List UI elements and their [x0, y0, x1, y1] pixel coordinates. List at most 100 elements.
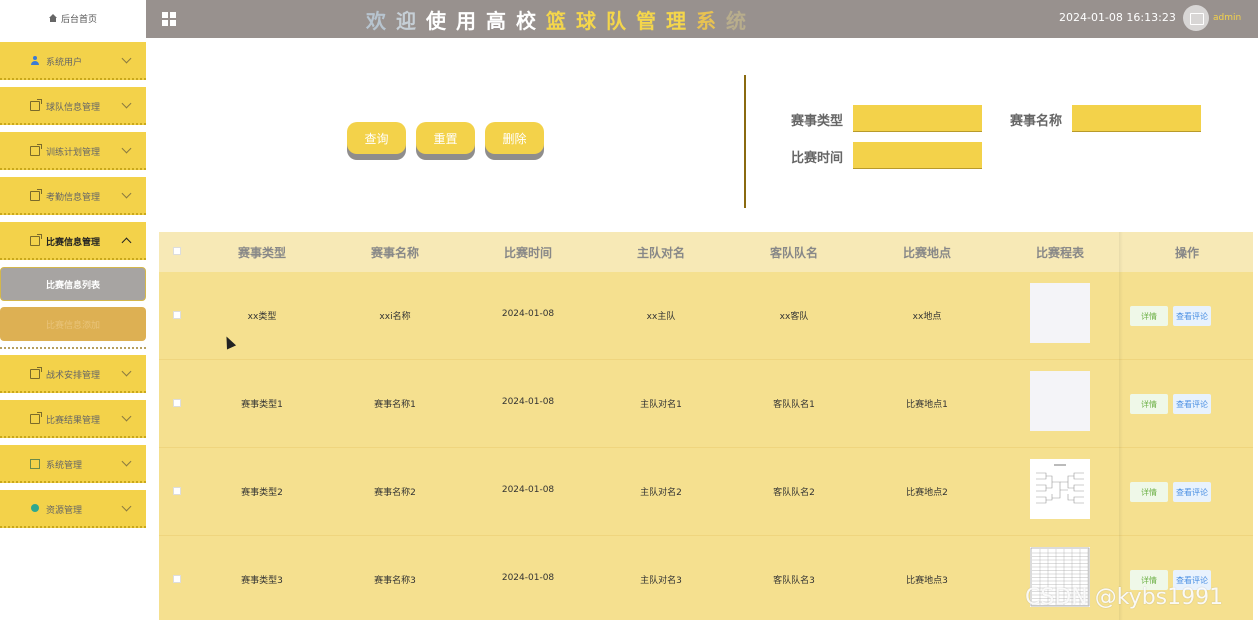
column-header: 客队队名 [769, 246, 818, 260]
row-checkbox[interactable] [173, 575, 181, 583]
sidebar-item-resources[interactable]: 资源管理 [0, 490, 146, 528]
user-icon [30, 56, 40, 66]
sidebar-item-attendance[interactable]: 考勤信息管理 [0, 177, 146, 215]
document-icon [30, 189, 42, 201]
view-comments-button[interactable]: 查看评论 [1173, 394, 1211, 414]
view-comments-button[interactable]: 查看评论 [1173, 306, 1211, 326]
cell-home: 主队对名2 [640, 488, 682, 498]
detail-button[interactable]: 详情 [1130, 306, 1168, 326]
sidebar-item-match-info[interactable]: 比赛信息管理 [0, 222, 146, 260]
document-icon [30, 367, 42, 379]
title-char: 使 [426, 8, 446, 33]
match-table: 赛事类型 赛事名称 比赛时间 主队对名 客队队名 比赛地点 比赛程表 操作 xx… [159, 232, 1253, 620]
event-type-input[interactable] [853, 105, 982, 132]
sidebar-item-training-plan[interactable]: 训练计划管理 [0, 132, 146, 170]
row-checkbox[interactable] [173, 311, 181, 319]
sidebar-item-label: 球队信息管理 [46, 103, 101, 113]
select-all-checkbox[interactable] [173, 247, 181, 255]
current-datetime: 2024-01-08 16:13:23 [1059, 11, 1176, 24]
event-name-label: 赛事名称 [1010, 114, 1063, 129]
cell-away: 客队队名1 [773, 400, 815, 410]
column-header: 操作 [1174, 246, 1199, 260]
chevron-up-icon [121, 237, 132, 248]
title-char: 欢 [366, 8, 386, 33]
title-char: 高 [486, 8, 506, 33]
bulb-icon [30, 504, 40, 514]
schedule-thumbnail[interactable] [1030, 459, 1090, 519]
title-char: 统 [726, 8, 746, 33]
cell-type: xx类型 [247, 312, 277, 322]
title-char: 系 [696, 8, 716, 33]
sidebar-item-system-management[interactable]: 系统管理 [0, 445, 146, 483]
match-time-input[interactable] [853, 142, 982, 169]
cell-away: 客队队名3 [773, 576, 815, 586]
sidebar-item-team-info[interactable]: 球队信息管理 [0, 87, 146, 125]
cell-type: 赛事类型1 [241, 400, 283, 410]
image-icon [30, 459, 40, 469]
chevron-down-icon [121, 53, 132, 64]
table-row: 赛事类型1 赛事名称1 2024-01-08 主队对名1 客队队名1 比赛地点1 详情 查看评… [159, 360, 1253, 448]
sidebar-item-label: 比赛信息管理 [46, 238, 101, 248]
column-header: 赛事类型 [237, 246, 286, 260]
home-icon [48, 14, 57, 22]
watermark: CSDN @kybs1991 [1025, 585, 1224, 610]
detail-button[interactable]: 详情 [1130, 394, 1168, 414]
avatar[interactable] [1183, 5, 1209, 31]
sidebar-item-match-result[interactable]: 比赛结果管理 [0, 400, 146, 438]
sidebar-item-label: 训练计划管理 [46, 148, 101, 158]
chevron-down-icon [121, 188, 132, 199]
sub-item-match-list[interactable]: 比赛信息列表 [0, 267, 146, 301]
cell-place: xx地点 [912, 312, 942, 322]
title-char: 队 [606, 8, 626, 33]
reset-button[interactable]: 重置 [416, 122, 475, 154]
sidebar-item-label: 比赛结果管理 [46, 416, 101, 426]
event-name-input[interactable] [1072, 105, 1201, 132]
cell-name: 赛事名称1 [374, 400, 416, 410]
page-title: 欢迎使用高校篮球队管理系统 [146, 0, 966, 38]
fixed-column-shadow [1119, 232, 1123, 620]
title-char: 管 [636, 8, 656, 33]
chevron-down-icon [121, 143, 132, 154]
home-link[interactable]: 后台首页 [0, 0, 146, 36]
event-type-label: 赛事类型 [791, 114, 844, 129]
sidebar-item-label: 系统用户 [46, 58, 83, 68]
cell-name: 赛事名称3 [374, 576, 416, 586]
match-time-label: 比赛时间 [791, 151, 844, 166]
sidebar-item-label: 系统管理 [46, 461, 83, 471]
title-char: 迎 [396, 8, 416, 33]
title-char: 用 [456, 8, 476, 33]
document-icon [30, 412, 42, 424]
schedule-thumbnail[interactable] [1030, 283, 1090, 343]
view-comments-button[interactable]: 查看评论 [1173, 482, 1211, 502]
title-char: 球 [576, 8, 596, 33]
cell-time: 2024-01-08 [501, 397, 555, 407]
title-char: 篮 [546, 8, 566, 33]
cell-away: 客队队名2 [773, 488, 815, 498]
sidebar-item-label: 战术安排管理 [46, 371, 101, 381]
document-icon [30, 144, 42, 156]
cell-place: 比赛地点3 [906, 576, 948, 586]
row-checkbox[interactable] [173, 487, 181, 495]
sidebar: 后台首页 系统用户 球队信息管理 训练计划管理 考勤信息管理 比赛信息管理 比赛… [0, 0, 146, 620]
document-icon [30, 234, 42, 246]
delete-button[interactable]: 删除 [485, 122, 544, 154]
sidebar-item-system-users[interactable]: 系统用户 [0, 42, 146, 80]
detail-button[interactable]: 详情 [1130, 482, 1168, 502]
column-header: 比赛程表 [1035, 246, 1084, 260]
row-checkbox[interactable] [173, 399, 181, 407]
cell-place: 比赛地点2 [906, 488, 948, 498]
cell-name: 赛事名称2 [374, 488, 416, 498]
sidebar-item-tactics[interactable]: 战术安排管理 [0, 355, 146, 393]
chevron-down-icon [121, 98, 132, 109]
chevron-down-icon [121, 501, 132, 512]
document-icon [30, 99, 42, 111]
chevron-down-icon [121, 411, 132, 422]
schedule-thumbnail[interactable] [1030, 371, 1090, 431]
top-bar: 欢迎使用高校篮球队管理系统 2024-01-08 16:13:23 admin [146, 0, 1258, 38]
username[interactable]: admin [1213, 13, 1241, 23]
cell-place: 比赛地点1 [906, 400, 948, 410]
cell-home: xx主队 [646, 312, 676, 322]
sub-item-match-add[interactable]: 比赛信息添加 [0, 307, 146, 341]
query-button[interactable]: 查询 [347, 122, 406, 154]
home-label: 后台首页 [60, 14, 97, 25]
